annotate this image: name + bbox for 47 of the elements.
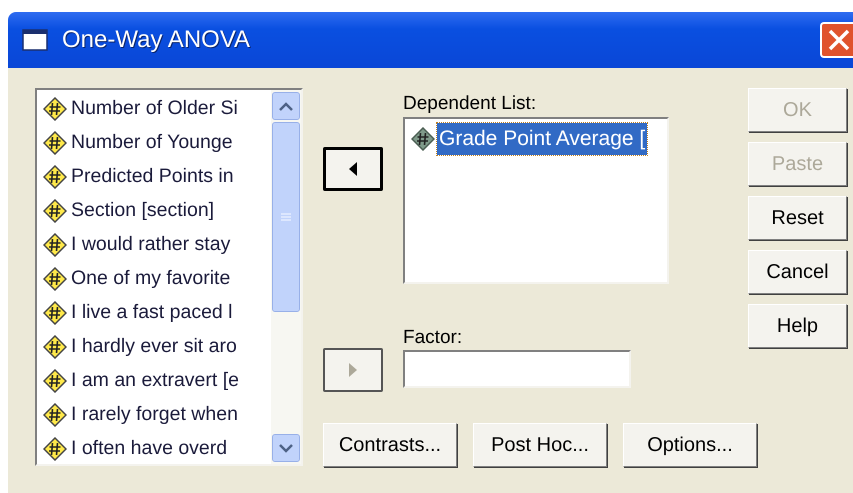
left-triangle-icon [349, 162, 357, 176]
variable-item[interactable]: I rarely forget when [43, 398, 271, 432]
down-chevron-icon [279, 444, 293, 452]
dependent-list-label: Dependent List: [403, 92, 538, 116]
right-triangle-icon [349, 363, 357, 377]
factor-label: Factor: [403, 326, 464, 350]
scale-variable-icon [43, 199, 67, 223]
close-icon [827, 28, 851, 52]
scale-variable-icon [43, 437, 67, 461]
dialog-button[interactable]: Options... [623, 423, 757, 467]
close-button[interactable] [820, 22, 853, 58]
scale-variable-icon [43, 97, 67, 121]
dialog-button[interactable]: Reset [748, 196, 847, 240]
grip-icon [281, 212, 291, 222]
up-chevron-icon [279, 102, 293, 110]
scale-variable-icon [43, 369, 67, 393]
variable-item[interactable]: I often have overd [43, 432, 271, 464]
scale-variable-icon [43, 131, 67, 155]
variable-item[interactable]: I live a fast paced l [43, 296, 271, 330]
dialog-button[interactable]: Cancel [748, 250, 847, 294]
scroll-thumb[interactable] [272, 122, 300, 312]
dialog-button[interactable]: Post Hoc... [473, 423, 607, 467]
dialog-button[interactable]: Help [748, 304, 847, 348]
variable-item[interactable]: Predicted Points in [43, 160, 271, 194]
scale-variable-icon [43, 165, 67, 189]
scale-variable-icon [43, 403, 67, 427]
variable-item[interactable]: Number of Older Si [43, 92, 271, 126]
scale-variable-icon [411, 126, 435, 151]
window-icon [22, 29, 48, 51]
scale-variable-icon [43, 267, 67, 291]
variable-item[interactable]: I am an extravert [e [43, 364, 271, 398]
scroll-up-button[interactable] [272, 92, 300, 120]
variable-item[interactable]: I would rather stay [43, 228, 271, 262]
move-arrow-button[interactable] [323, 147, 383, 191]
scale-variable-icon [43, 335, 67, 359]
variable-item[interactable]: One of my favorite [43, 262, 271, 296]
scrollbar[interactable] [271, 90, 301, 464]
dialog-button[interactable]: Contrasts... [323, 423, 457, 467]
factor-field[interactable] [403, 350, 631, 388]
scroll-down-button[interactable] [272, 434, 300, 462]
scale-variable-icon [43, 233, 67, 257]
variable-item[interactable]: I hardly ever sit aro [43, 330, 271, 364]
variable-item[interactable]: Number of Younge [43, 126, 271, 160]
window-title: One-Way ANOVA [62, 25, 250, 55]
scale-variable-icon [43, 301, 67, 325]
variable-item[interactable]: Section [section] [43, 194, 271, 228]
dependent-item[interactable]: Grade Point Average [ [437, 123, 648, 154]
